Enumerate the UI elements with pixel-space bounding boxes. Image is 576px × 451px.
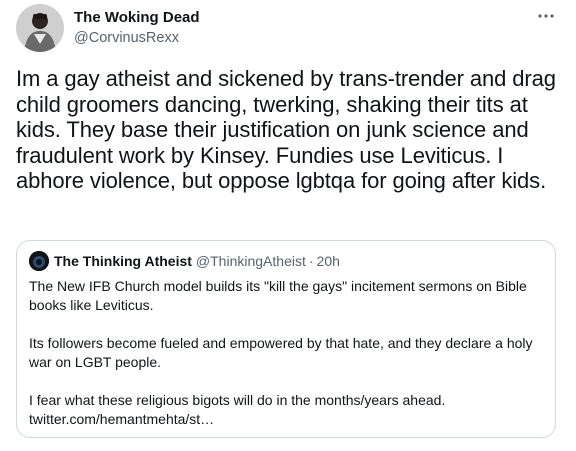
quoted-author-display-name: The Thinking Atheist [54, 253, 192, 269]
tweet-text: Im a gay atheist and sickened by trans-t… [16, 66, 556, 193]
quoted-author-handle: @ThinkingAtheist [195, 253, 306, 269]
quoted-paragraph: The New IFB Church model builds its "kil… [29, 278, 527, 313]
author-avatar[interactable] [16, 4, 64, 52]
author-display-name[interactable]: The Woking Dead [74, 8, 200, 28]
quoted-author-avatar [29, 251, 49, 271]
quoted-tweet[interactable]: The Thinking Atheist @ThinkingAtheist · … [16, 240, 556, 438]
avatar-image [16, 4, 64, 52]
quoted-link[interactable]: twitter.com/hemantmehta/st… [29, 410, 541, 429]
quoted-tweet-header: The Thinking Atheist @ThinkingAtheist · … [29, 251, 340, 271]
quoted-paragraph: I fear what these religious bigots will … [29, 392, 446, 408]
author-handle[interactable]: @CorvinusRexx [74, 28, 200, 48]
quoted-paragraph: Its followers become fueled and empowere… [29, 335, 533, 370]
quoted-separator: · [308, 253, 314, 269]
more-options-button[interactable] [534, 4, 558, 28]
tweet: The Woking Dead @CorvinusRexx Im a gay a… [0, 0, 576, 451]
more-horizontal-icon [538, 14, 554, 18]
quoted-avatar-image [29, 251, 49, 271]
quoted-timestamp: 20h [316, 253, 340, 269]
author-info: The Woking Dead @CorvinusRexx [74, 8, 200, 48]
quoted-tweet-text: The New IFB Church model builds its "kil… [29, 277, 541, 429]
